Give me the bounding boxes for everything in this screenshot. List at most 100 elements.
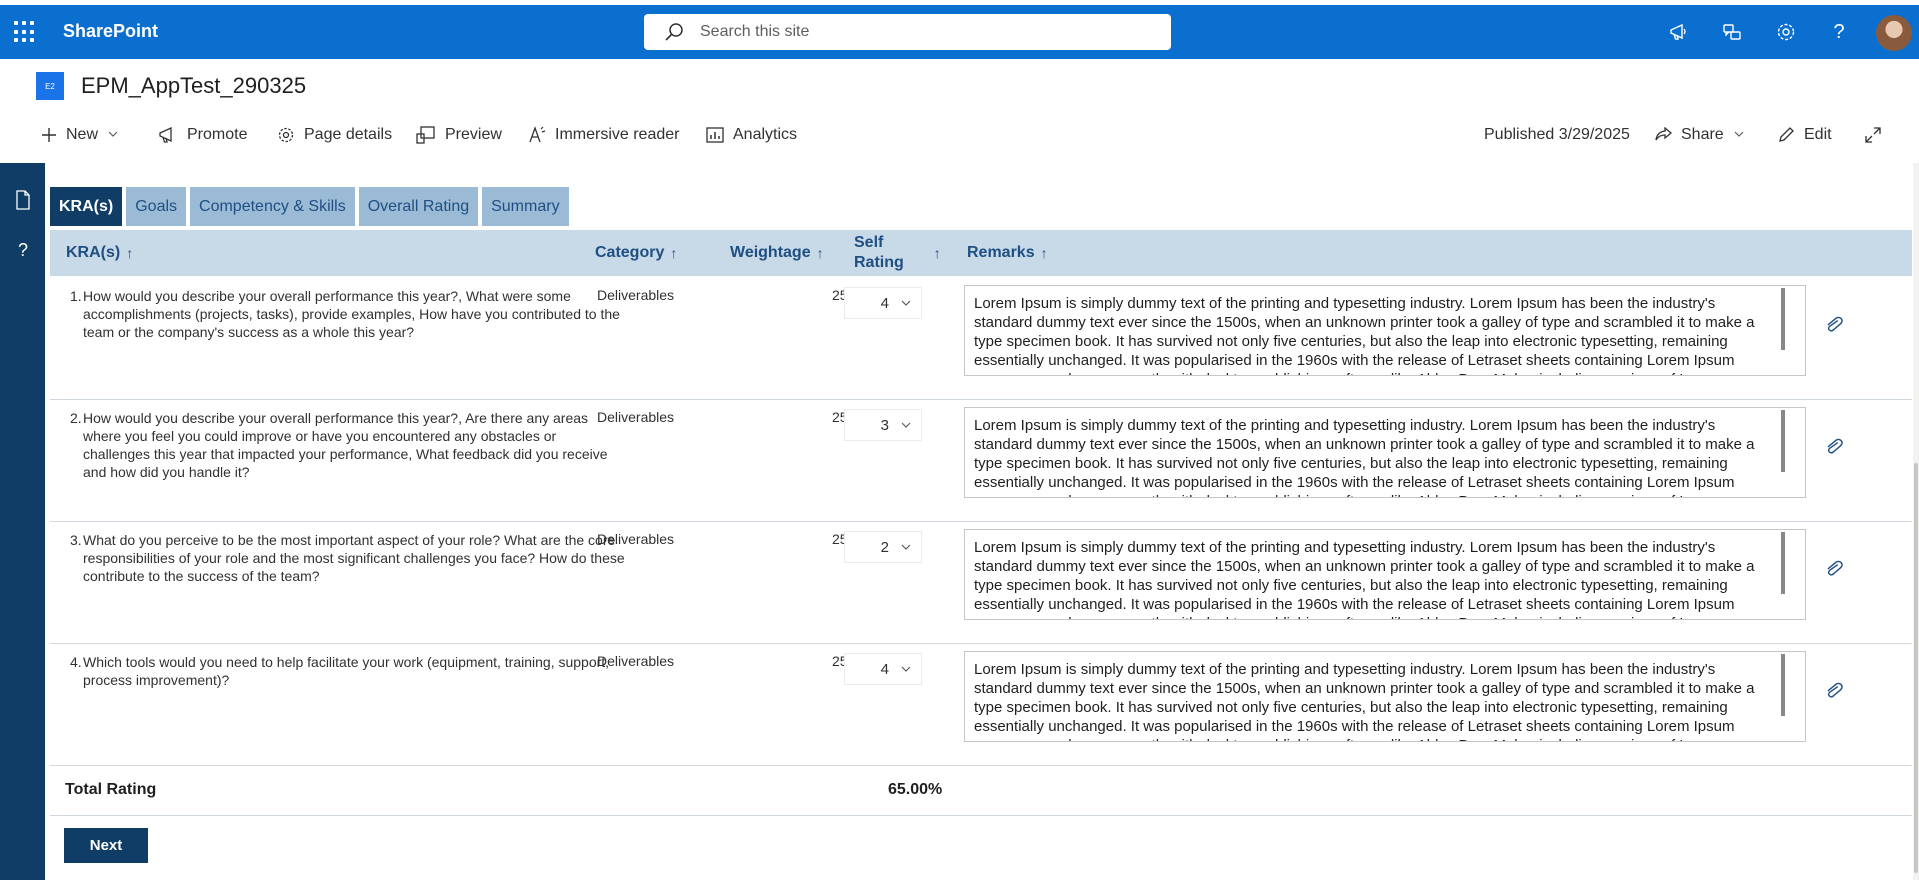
column-header-label: Weightage xyxy=(730,244,811,261)
share-button[interactable]: Share xyxy=(1654,119,1744,151)
self-rating-dropdown[interactable]: 2 xyxy=(844,531,922,563)
textarea-scrollbar[interactable] xyxy=(1781,654,1785,716)
weightage-cell: 25% xyxy=(740,653,860,669)
attachment-icon[interactable] xyxy=(1822,313,1846,337)
published-label: Published 3/29/2025 xyxy=(1484,126,1630,143)
edit-button[interactable]: Edit xyxy=(1777,119,1832,151)
site-title[interactable]: EPM_AppTest_290325 xyxy=(81,70,306,102)
preview-label: Preview xyxy=(445,126,502,143)
tab-goals[interactable]: Goals xyxy=(126,187,187,226)
attachment-icon[interactable] xyxy=(1822,679,1846,703)
brand-name[interactable]: SharePoint xyxy=(63,18,158,44)
attachment-icon[interactable] xyxy=(1822,557,1846,581)
total-rating-label: Total Rating xyxy=(65,781,157,798)
remarks-textarea[interactable]: Lorem Ipsum is simply dummy text of the … xyxy=(964,651,1806,742)
preview-icon xyxy=(416,126,436,144)
attachment-icon[interactable] xyxy=(1822,435,1846,459)
row-number: 4. xyxy=(70,654,82,670)
question-text: Which tools would you need to help facil… xyxy=(83,654,610,688)
chevron-down-icon xyxy=(901,300,911,306)
new-button[interactable]: New xyxy=(41,119,118,151)
self-rating-dropdown[interactable]: 4 xyxy=(844,653,922,685)
sort-arrow-icon: ↑ xyxy=(126,245,134,261)
immersive-reader-button[interactable]: Immersive reader xyxy=(528,119,679,151)
total-rating-row: Total Rating 65.00% xyxy=(50,767,1912,816)
sort-arrow-icon: ↑ xyxy=(670,245,678,261)
page-icon[interactable] xyxy=(12,189,34,211)
next-button[interactable]: Next xyxy=(64,828,148,863)
gear-icon xyxy=(277,126,295,144)
tab-summary[interactable]: Summary xyxy=(482,187,569,226)
new-label: New xyxy=(66,126,99,143)
textarea-scrollbar[interactable] xyxy=(1781,410,1785,472)
column-header-self-rating[interactable]: Self Rating ↑ xyxy=(854,230,944,276)
remarks-textarea[interactable]: Lorem Ipsum is simply dummy text of the … xyxy=(964,407,1806,498)
chat-icon[interactable] xyxy=(1720,20,1744,44)
expand-icon[interactable] xyxy=(1864,119,1882,151)
share-icon xyxy=(1654,127,1672,143)
settings-icon[interactable] xyxy=(1774,20,1798,44)
suite-bar: SharePoint ? xyxy=(0,5,1919,59)
tab-overall-rating[interactable]: Overall Rating xyxy=(358,187,479,226)
rating-value: 2 xyxy=(880,538,889,556)
remarks-textarea[interactable]: Lorem Ipsum is simply dummy text of the … xyxy=(964,285,1806,376)
column-header-kras[interactable]: KRA(s) ↑ xyxy=(66,230,133,276)
scrollbar-thumb[interactable] xyxy=(1914,463,1918,873)
user-avatar[interactable] xyxy=(1876,15,1912,51)
column-header-remarks[interactable]: Remarks ↑ xyxy=(967,230,1048,276)
row-number: 1. xyxy=(70,288,82,304)
megaphone-icon[interactable] xyxy=(1667,20,1691,44)
weightage-cell: 25% xyxy=(740,409,860,425)
search-box[interactable] xyxy=(644,14,1171,50)
analytics-button[interactable]: Analytics xyxy=(706,119,797,151)
self-rating-dropdown[interactable]: 4 xyxy=(844,287,922,319)
chevron-down-icon xyxy=(1734,126,1744,144)
search-icon xyxy=(665,23,683,41)
immersive-reader-icon xyxy=(528,126,546,144)
page-scrollbar[interactable] xyxy=(1913,163,1919,880)
table-row: 3. What do you perceive to be the most im… xyxy=(50,521,1912,644)
sort-arrow-icon: ↑ xyxy=(816,245,824,261)
column-header-label: Category xyxy=(595,244,665,261)
kra-question: 1. How would you describe your overall pe… xyxy=(70,287,625,341)
remarks-text: Lorem Ipsum is simply dummy text of the … xyxy=(974,539,1755,619)
page-details-button[interactable]: Page details xyxy=(277,119,392,151)
remarks-textarea[interactable]: Lorem Ipsum is simply dummy text of the … xyxy=(964,529,1806,620)
column-header-weightage[interactable]: Weightage ↑ xyxy=(730,230,824,276)
chevron-down-icon xyxy=(901,544,911,550)
search-input[interactable] xyxy=(698,22,1122,42)
remarks-text: Lorem Ipsum is simply dummy text of the … xyxy=(974,295,1755,375)
help-icon[interactable]: ? xyxy=(12,239,34,261)
site-logo[interactable]: E2 xyxy=(36,72,64,100)
column-header-category[interactable]: Category ↑ xyxy=(595,230,677,276)
category-cell: Deliverables xyxy=(597,653,675,669)
help-icon[interactable]: ? xyxy=(1827,20,1851,44)
edit-label: Edit xyxy=(1804,126,1832,143)
table-row: 2. How would you describe your overall pe… xyxy=(50,399,1912,522)
question-text: How would you describe your overall perf… xyxy=(83,288,620,340)
textarea-scrollbar[interactable] xyxy=(1781,288,1785,350)
tab-competency-skills[interactable]: Competency & Skills xyxy=(190,187,355,226)
table-header: KRA(s) ↑ Category ↑ Weightage ↑ Self Rating… xyxy=(50,230,1912,276)
promote-button[interactable]: Promote xyxy=(158,119,247,151)
column-header-label: Remarks xyxy=(967,244,1035,261)
self-rating-dropdown[interactable]: 3 xyxy=(844,409,922,441)
kra-question: 2. How would you describe your overall pe… xyxy=(70,409,625,481)
chevron-down-icon xyxy=(901,666,911,672)
published-status: Published 3/29/2025 xyxy=(1484,119,1630,151)
weightage-cell: 25% xyxy=(740,287,860,303)
share-label: Share xyxy=(1681,126,1724,143)
preview-button[interactable]: Preview xyxy=(416,119,502,151)
tab-kras[interactable]: KRA(s) xyxy=(50,187,123,226)
remarks-text: Lorem Ipsum is simply dummy text of the … xyxy=(974,661,1755,741)
question-text: What do you perceive to be the most impo… xyxy=(83,532,625,584)
command-bar: New Promote Page details Preview Immersi… xyxy=(0,119,1919,151)
waffle-icon[interactable] xyxy=(14,21,36,43)
rating-value: 4 xyxy=(880,294,889,312)
textarea-scrollbar[interactable] xyxy=(1781,532,1785,594)
sort-arrow-icon: ↑ xyxy=(1040,245,1048,261)
table-row: 4. Which tools would you need to help fac… xyxy=(50,643,1912,766)
kra-question: 3. What do you perceive to be the most im… xyxy=(70,531,625,585)
question-text: How would you describe your overall perf… xyxy=(83,410,608,480)
page-details-label: Page details xyxy=(304,126,393,143)
